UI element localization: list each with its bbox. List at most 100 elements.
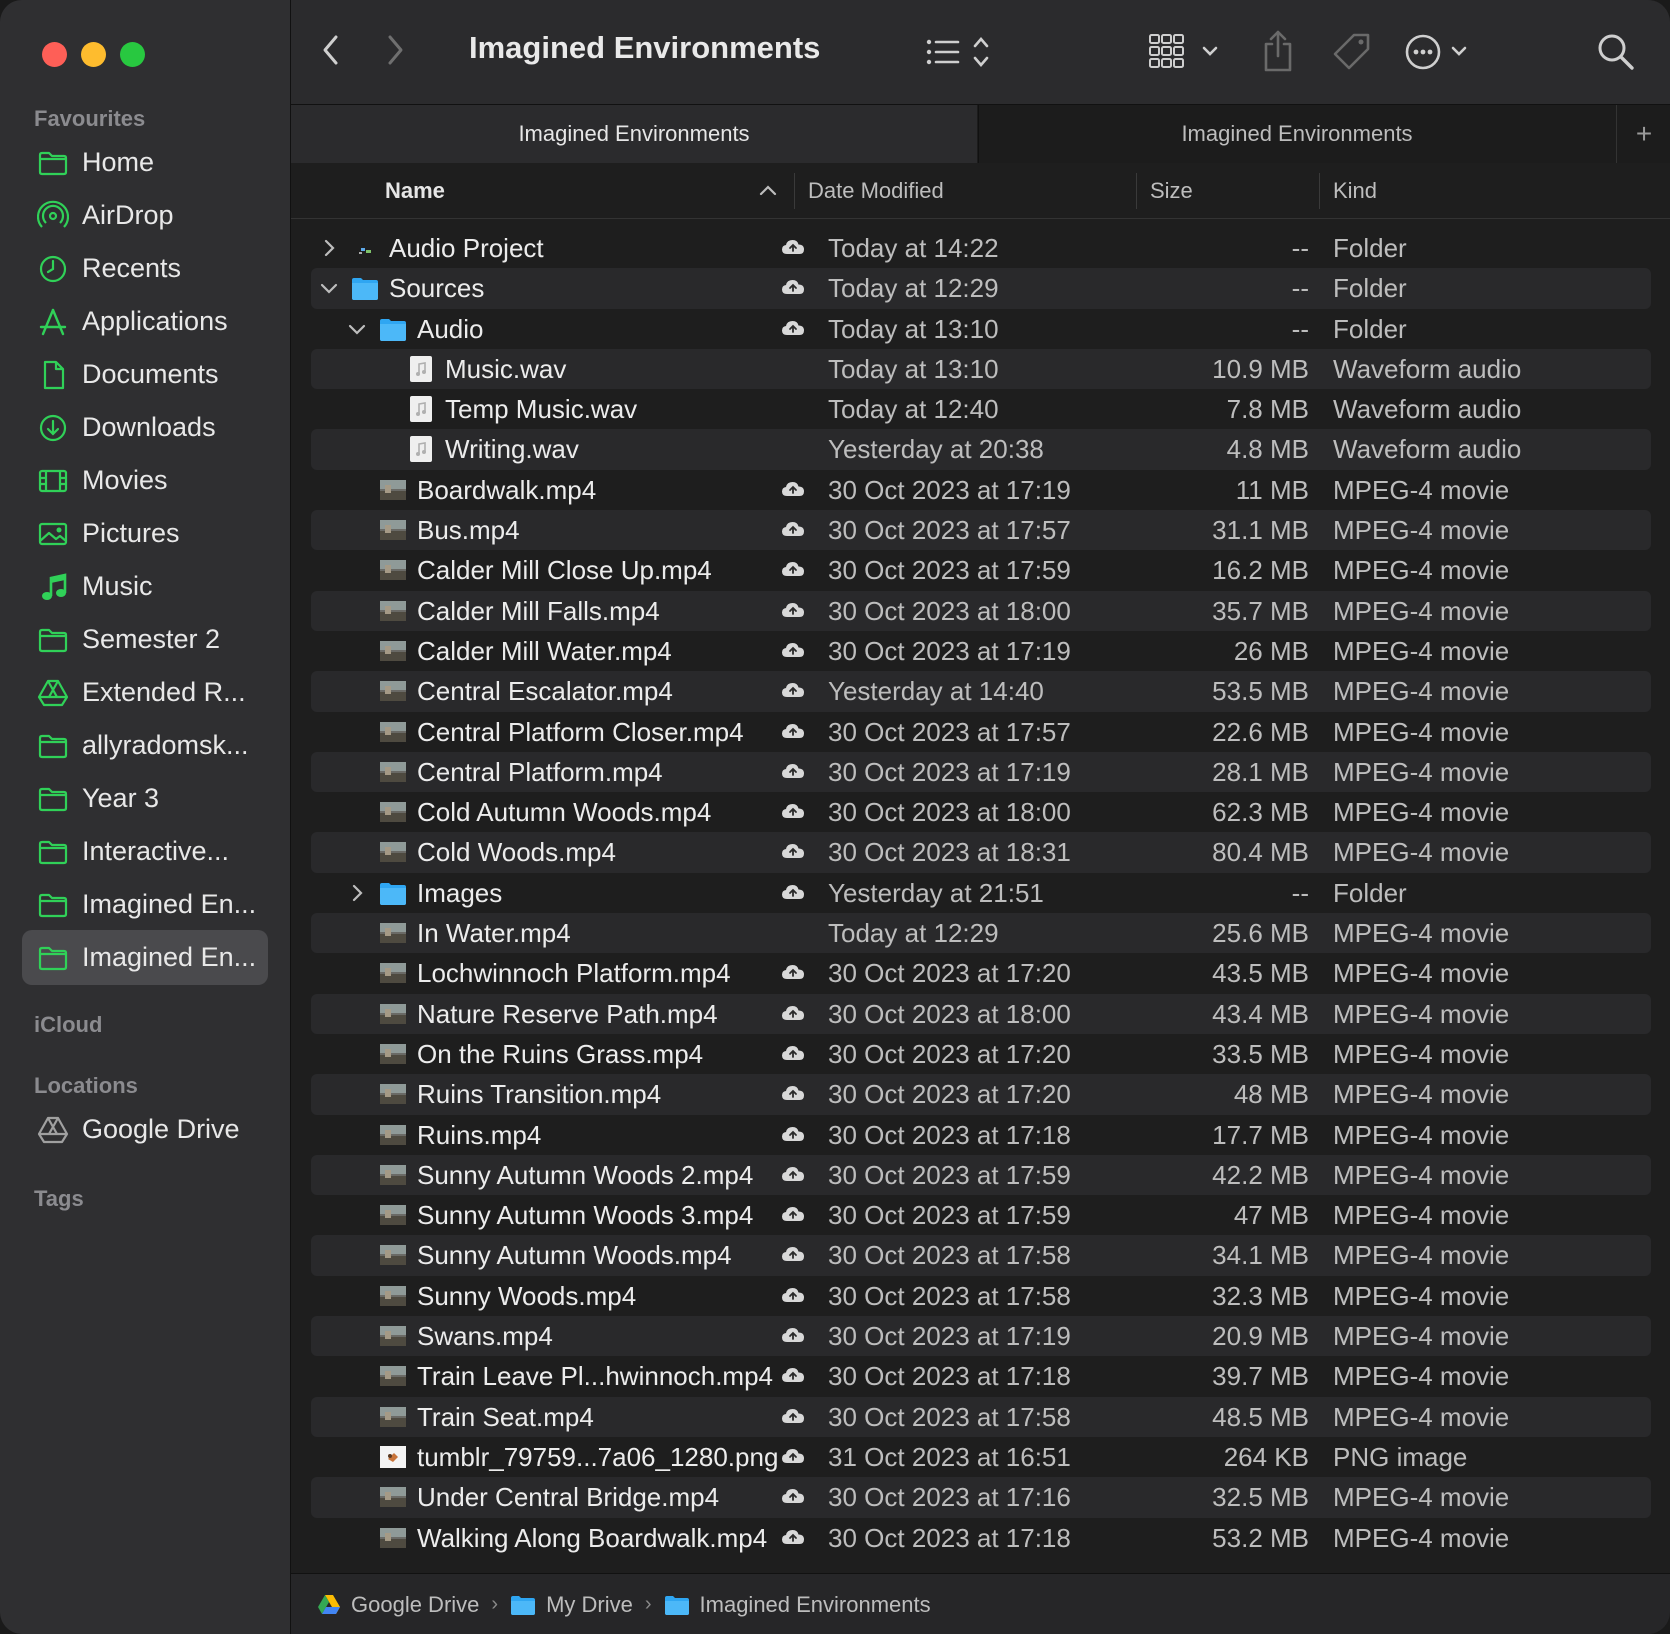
file-row[interactable]: Train Seat.mp4 30 Oct 2023 at 17:58 48.5 M…: [311, 1396, 1651, 1437]
main-pane: Imagined Environments Imagined Environme…: [291, 0, 1670, 1634]
sidebar-item-downloads[interactable]: Downloads: [22, 400, 268, 455]
file-row[interactable]: Ruins Transition.mp4 30 Oct 2023 at 17:20…: [311, 1074, 1651, 1115]
file-size: --: [1291, 313, 1309, 344]
column-header-name[interactable]: Name: [385, 163, 445, 218]
sidebar-item-airdrop[interactable]: AirDrop: [22, 188, 268, 243]
search-button[interactable]: [1591, 28, 1641, 76]
file-row[interactable]: Calder Mill Falls.mp4 30 Oct 2023 at 18:0…: [311, 590, 1651, 631]
file-row[interactable]: Ruins.mp4 30 Oct 2023 at 17:18 17.7 MB MPEG…: [311, 1115, 1651, 1155]
file-kind: MPEG-4 movie: [1333, 1482, 1510, 1513]
sidebar-item-extended-r[interactable]: Extended R...: [22, 665, 268, 720]
column-header-size[interactable]: Size: [1150, 163, 1193, 218]
sidebar-item-music[interactable]: Music: [22, 559, 268, 614]
tab-imagined-environments-1[interactable]: Imagined Environments: [291, 105, 977, 163]
column-header-kind[interactable]: Kind: [1333, 163, 1377, 218]
file-row[interactable]: Cold Woods.mp4 30 Oct 2023 at 18:31 80.4 M…: [311, 832, 1651, 873]
ellipsis-circle-icon: [1405, 34, 1467, 70]
sidebar-item-interactive[interactable]: Interactive...: [22, 824, 268, 879]
file-row[interactable]: Images Yesterday at 21:51 -- Folder: [311, 873, 1651, 913]
file-size: 34.1 MB: [1212, 1240, 1309, 1271]
file-row[interactable]: Sunny Autumn Woods 3.mp4 30 Oct 2023 at 1…: [311, 1195, 1651, 1235]
file-row[interactable]: Temp Music.wav Today at 12:40 7.8 MB Wavefo…: [311, 389, 1651, 429]
breadcrumb-item[interactable]: Google Drive ›: [317, 1592, 498, 1618]
breadcrumb-label: Google Drive: [351, 1591, 480, 1617]
sidebar-item-recents[interactable]: Recents: [22, 241, 268, 296]
sidebar-item-movies[interactable]: Movies: [22, 453, 268, 508]
file-row[interactable]: Sunny Autumn Woods.mp4 30 Oct 2023 at 17:…: [311, 1235, 1651, 1276]
sidebar-item-label: Google Drive: [82, 1114, 240, 1144]
file-kind: MPEG-4 movie: [1333, 837, 1510, 868]
close-button[interactable]: [42, 42, 67, 67]
sidebar-item-year-3[interactable]: Year 3: [22, 771, 268, 826]
file-row[interactable]: Sources Today at 12:29 -- Folder: [311, 268, 1651, 309]
file-size: --: [1291, 877, 1309, 908]
sidebar-item-pictures[interactable]: Pictures: [22, 506, 268, 561]
file-row[interactable]: Central Platform Closer.mp4 30 Oct 2023 a…: [311, 712, 1651, 752]
chevron-right-icon: ›: [644, 1593, 652, 1615]
group-button[interactable]: [1145, 28, 1225, 76]
file-row[interactable]: Swans.mp4 30 Oct 2023 at 17:19 20.9 MB MPEG…: [311, 1316, 1651, 1357]
more-actions-button[interactable]: [1405, 30, 1477, 74]
sidebar-item-home[interactable]: Home: [22, 135, 268, 190]
file-size: 31.1 MB: [1212, 515, 1309, 546]
file-row[interactable]: In Water.mp4 Today at 12:29 25.6 MB MPEG-4 …: [311, 913, 1651, 954]
file-row[interactable]: Sunny Woods.mp4 30 Oct 2023 at 17:58 32.3 …: [311, 1276, 1651, 1316]
file-row[interactable]: Central Platform.mp4 30 Oct 2023 at 17:19…: [311, 751, 1651, 793]
file-row[interactable]: On the Ruins Grass.mp4 30 Oct 2023 at 17:…: [311, 1034, 1651, 1074]
breadcrumb-item[interactable]: Imagined Environments: [664, 1592, 931, 1618]
file-row[interactable]: Lochwinnoch Platform.mp4 30 Oct 2023 at 1…: [311, 953, 1651, 993]
sidebar-item-applications[interactable]: Applications: [22, 294, 268, 349]
breadcrumb-label: Imagined Environments: [699, 1591, 931, 1617]
file-row[interactable]: Train Leave Pl...hwinnoch.mp4 30 Oct 2023…: [311, 1356, 1651, 1396]
file-row[interactable]: tumblr_79759...7a06_1280.png 31 Oct 2023 …: [311, 1437, 1651, 1477]
file-row[interactable]: Walking Along Boardwalk.mp4 30 Oct 2023 a…: [311, 1518, 1651, 1558]
view-options-button[interactable]: [921, 30, 1001, 74]
column-separator[interactable]: [794, 173, 795, 209]
file-row[interactable]: Calder Mill Close Up.mp4 30 Oct 2023 at 1…: [311, 550, 1651, 590]
back-button[interactable]: [311, 28, 351, 72]
folder-icon: [664, 1595, 689, 1615]
sidebar-item-imagined-en[interactable]: Imagined En...: [22, 877, 268, 932]
breadcrumb-item[interactable]: My Drive ›: [510, 1592, 652, 1618]
grid-view-icon: [1149, 34, 1218, 68]
zoom-button[interactable]: [120, 42, 145, 67]
file-size: 16.2 MB: [1212, 555, 1309, 586]
sidebar: Favourites Home AirDrop Recents Application…: [0, 0, 291, 1634]
share-button[interactable]: [1253, 26, 1303, 76]
file-row[interactable]: Nature Reserve Path.mp4 30 Oct 2023 at 18…: [311, 993, 1651, 1034]
file-kind: MPEG-4 movie: [1333, 1038, 1510, 1069]
tag-button[interactable]: [1327, 28, 1377, 76]
file-row[interactable]: Calder Mill Water.mp4 30 Oct 2023 at 17:1…: [311, 631, 1651, 671]
file-kind: MPEG-4 movie: [1333, 555, 1510, 586]
file-row[interactable]: Writing.wav Yesterday at 20:38 4.8 MB Wavef…: [311, 429, 1651, 470]
file-kind: Folder: [1333, 233, 1407, 263]
file-kind: MPEG-4 movie: [1333, 676, 1510, 707]
google-drive-icon: [318, 1594, 340, 1614]
sidebar-item-imagined-en[interactable]: Imagined En...: [22, 930, 268, 985]
forward-button[interactable]: [375, 28, 415, 72]
column-header-date[interactable]: Date Modified: [808, 163, 944, 218]
file-row[interactable]: Audio Today at 13:10 -- Folder: [311, 309, 1651, 349]
file-row[interactable]: Music.wav Today at 13:10 10.9 MB Waveform a…: [311, 348, 1651, 390]
file-row[interactable]: Central Escalator.mp4 Yesterday at 14:40 5…: [311, 671, 1651, 712]
file-size: 32.3 MB: [1212, 1280, 1309, 1311]
file-kind: MPEG-4 movie: [1333, 474, 1510, 505]
file-row[interactable]: Boardwalk.mp4 30 Oct 2023 at 17:19 11 MB MP…: [311, 470, 1651, 510]
column-separator[interactable]: [1319, 173, 1320, 209]
file-row[interactable]: Bus.mp4 30 Oct 2023 at 17:57 31.1 MB MPEG-4…: [311, 510, 1651, 551]
column-separator[interactable]: [1136, 173, 1137, 209]
new-tab-button[interactable]: +: [1616, 105, 1670, 163]
file-row[interactable]: Sunny Autumn Woods 2.mp4 30 Oct 2023 at 1…: [311, 1154, 1651, 1196]
sidebar-item-allyradomsk[interactable]: allyradomsk...: [22, 718, 268, 773]
sidebar-item-google-drive[interactable]: Google Drive: [22, 1102, 268, 1157]
tab-imagined-environments-2[interactable]: Imagined Environments: [978, 105, 1615, 163]
tab-bar: Imagined Environments Imagined Environme…: [291, 104, 1670, 164]
file-row[interactable]: Audio Project Today at 14:22 -- Folder: [311, 228, 1651, 268]
file-kind: MPEG-4 movie: [1333, 716, 1510, 747]
file-row[interactable]: Cold Autumn Woods.mp4 30 Oct 2023 at 18:0…: [311, 792, 1651, 832]
sidebar-item-semester-2[interactable]: Semester 2: [22, 612, 268, 667]
sidebar-item-documents[interactable]: Documents: [22, 347, 268, 402]
minimize-button[interactable]: [81, 42, 106, 67]
file-kind: MPEG-4 movie: [1333, 1200, 1510, 1231]
file-row[interactable]: Under Central Bridge.mp4 30 Oct 2023 at 1…: [311, 1477, 1651, 1518]
